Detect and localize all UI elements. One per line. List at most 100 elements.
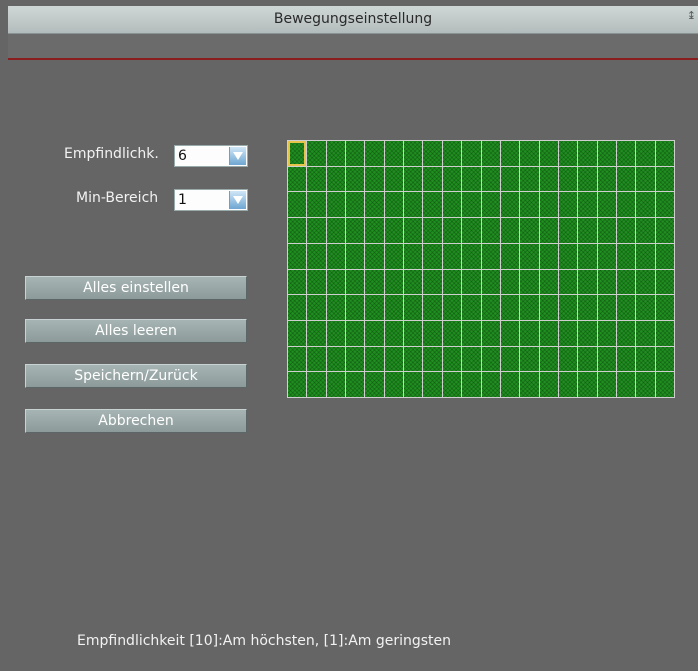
grid-cell[interactable] [365,192,384,218]
grid-cell[interactable] [616,243,636,269]
grid-cell[interactable] [423,372,442,397]
grid-cell[interactable] [288,295,307,320]
grid-cell[interactable] [578,346,597,372]
grid-cell[interactable] [326,243,346,269]
dropdown-arrow-icon[interactable] [229,191,246,209]
grid-cell[interactable] [481,346,500,372]
grid-cell[interactable] [578,295,597,320]
grid-cell[interactable] [288,320,307,346]
grid-cell[interactable] [500,346,520,372]
grid-cell[interactable] [462,269,481,295]
grid-cell[interactable] [500,295,520,320]
grid-cell[interactable] [558,166,578,192]
grid-cell[interactable] [655,141,674,166]
grid-cell[interactable] [500,243,520,269]
grid-cell[interactable] [655,218,674,243]
grid-cell[interactable] [578,372,597,397]
grid-cell[interactable] [423,218,442,243]
grid-cell[interactable] [500,372,520,397]
grid-cell[interactable] [462,218,481,243]
grid-cell[interactable] [636,295,655,320]
grid-cell[interactable] [636,192,655,218]
grid-cell[interactable] [500,141,520,166]
clear-all-button[interactable]: Alles leeren [25,319,247,343]
grid-cell[interactable] [462,243,481,269]
grid-cell[interactable] [346,295,365,320]
grid-cell[interactable] [462,295,481,320]
grid-cell[interactable] [539,192,558,218]
grid-cell[interactable] [326,320,346,346]
grid-cell[interactable] [578,218,597,243]
grid-cell[interactable] [539,372,558,397]
grid-cell[interactable] [365,218,384,243]
window-corner-icon[interactable]: ↨ [687,9,696,22]
grid-cell[interactable] [442,372,462,397]
grid-cell[interactable] [481,372,500,397]
grid-cell[interactable] [442,192,462,218]
grid-cell[interactable] [423,166,442,192]
grid-cell[interactable] [597,295,616,320]
grid-cell[interactable] [307,243,326,269]
grid-cell[interactable] [365,269,384,295]
min-area-dropdown[interactable]: 1 [174,189,248,211]
grid-cell[interactable] [616,295,636,320]
grid-cell[interactable] [307,295,326,320]
grid-cell[interactable] [616,218,636,243]
grid-cell[interactable] [462,346,481,372]
grid-cell[interactable] [520,218,539,243]
grid-cell[interactable] [655,372,674,397]
grid-cell[interactable] [384,320,404,346]
grid-cell[interactable] [616,192,636,218]
grid-cell[interactable] [326,192,346,218]
grid-cell[interactable] [539,141,558,166]
grid-cell[interactable] [288,346,307,372]
grid-cell[interactable] [520,269,539,295]
grid-cell[interactable] [423,192,442,218]
grid-cell[interactable] [462,166,481,192]
grid-cell[interactable] [307,320,326,346]
grid-cell[interactable] [326,141,346,166]
grid-cell[interactable] [578,192,597,218]
grid-cell[interactable] [578,141,597,166]
grid-cell[interactable] [307,346,326,372]
grid-cell[interactable] [307,192,326,218]
grid-cell[interactable] [578,243,597,269]
grid-cell[interactable] [539,243,558,269]
grid-cell[interactable] [539,295,558,320]
grid-cell[interactable] [578,320,597,346]
grid-cell[interactable] [423,320,442,346]
grid-cell[interactable] [655,295,674,320]
grid-cell[interactable] [288,141,307,166]
grid-cell[interactable] [520,320,539,346]
grid-cell[interactable] [384,346,404,372]
grid-cell[interactable] [307,269,326,295]
grid-cell[interactable] [404,218,423,243]
grid-cell[interactable] [423,346,442,372]
grid-cell[interactable] [365,320,384,346]
grid-cell[interactable] [365,372,384,397]
grid-cell[interactable] [616,372,636,397]
grid-cell[interactable] [307,218,326,243]
grid-cell[interactable] [462,372,481,397]
dropdown-arrow-icon[interactable] [229,147,246,165]
grid-cell[interactable] [442,320,462,346]
grid-cell[interactable] [462,320,481,346]
grid-cell[interactable] [636,218,655,243]
grid-cell[interactable] [346,192,365,218]
grid-cell[interactable] [500,192,520,218]
grid-cell[interactable] [655,192,674,218]
grid-cell[interactable] [616,320,636,346]
set-all-button[interactable]: Alles einstellen [25,276,247,300]
grid-cell[interactable] [346,269,365,295]
grid-cell[interactable] [423,243,442,269]
grid-cell[interactable] [558,141,578,166]
grid-cell[interactable] [384,295,404,320]
grid-cell[interactable] [520,346,539,372]
grid-cell[interactable] [326,166,346,192]
grid-cell[interactable] [500,218,520,243]
grid-cell[interactable] [481,141,500,166]
grid-cell[interactable] [365,141,384,166]
grid-cell[interactable] [442,295,462,320]
grid-cell[interactable] [500,269,520,295]
grid-cell[interactable] [481,192,500,218]
